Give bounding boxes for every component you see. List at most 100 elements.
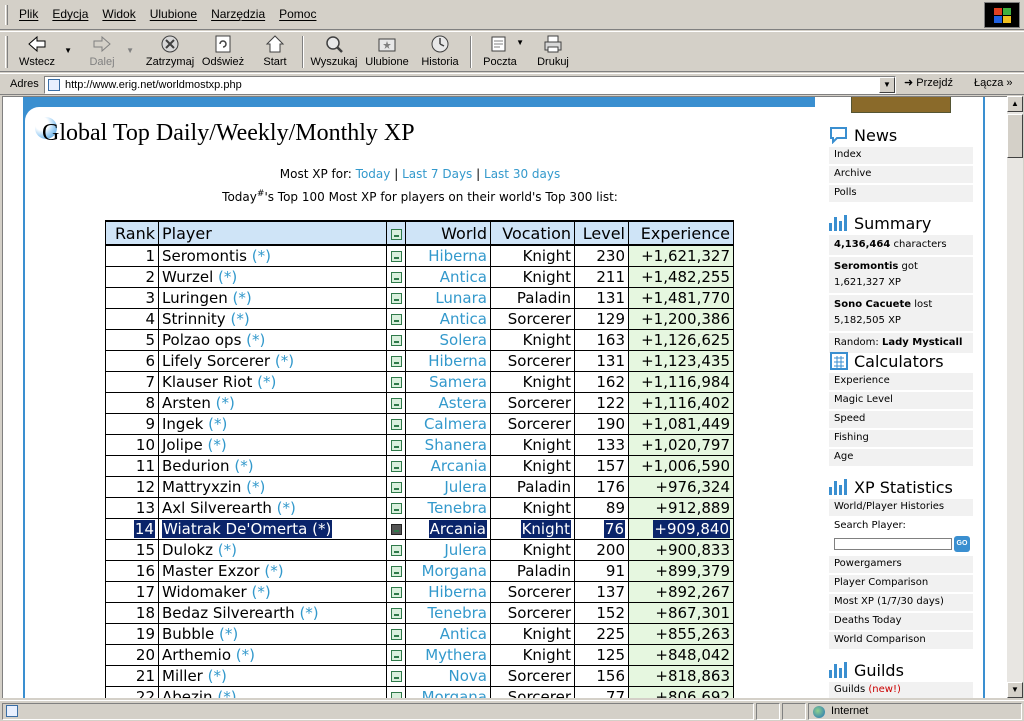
search-player-input[interactable] — [834, 538, 952, 550]
sidebar-item-archive[interactable]: Archive — [829, 166, 973, 185]
player-name[interactable]: Master Exzor — [162, 562, 260, 580]
player-name[interactable]: Abezin — [162, 688, 213, 699]
player-star-link[interactable]: (*) — [275, 352, 294, 370]
player-star-link[interactable]: (*) — [207, 436, 226, 454]
history-button[interactable]: Historia — [418, 34, 462, 70]
player-chart-icon[interactable] — [390, 586, 402, 598]
player-chart-icon[interactable] — [390, 460, 402, 472]
world-link[interactable]: Tenebra — [428, 499, 487, 517]
player-star-link[interactable]: (*) — [299, 604, 318, 622]
search-button[interactable]: Wyszukaj — [310, 34, 358, 70]
sidebar-item-powergamers[interactable]: Powergamers — [829, 556, 973, 575]
sidebar-item-guilds[interactable]: Guilds (new!) — [829, 682, 973, 698]
player-name[interactable]: Wiatrak De'Omerta — [163, 520, 307, 538]
world-link[interactable]: Mythera — [425, 646, 487, 664]
player-star-link[interactable]: (*) — [218, 541, 237, 559]
player-name[interactable]: Axl Silverearth — [162, 499, 272, 517]
home-button[interactable]: Start — [254, 34, 296, 70]
player-star-link[interactable]: (*) — [246, 331, 265, 349]
world-link[interactable]: Morgana — [422, 688, 487, 699]
player-name[interactable]: Bubble — [162, 625, 214, 643]
sidebar-item-player-comparison[interactable]: Player Comparison — [829, 575, 973, 594]
mail-button[interactable]: Poczta ▼ — [478, 34, 524, 70]
address-input[interactable]: http://www.erig.net/worldmostxp.php ▼ — [44, 76, 896, 94]
player-name[interactable]: Ingek — [162, 415, 203, 433]
menu-edit[interactable]: Edycja — [45, 7, 95, 21]
sidebar-item-magic-level[interactable]: Magic Level — [829, 392, 973, 411]
player-chart-icon[interactable] — [390, 670, 402, 682]
world-link[interactable]: Astera — [438, 394, 487, 412]
player-star-link[interactable]: (*) — [208, 415, 227, 433]
player-star-link[interactable]: (*) — [234, 457, 253, 475]
world-link[interactable]: Arcania — [431, 457, 487, 475]
player-name[interactable]: Arthemio — [162, 646, 231, 664]
world-link[interactable]: Shanera — [425, 436, 487, 454]
link-last-30-days[interactable]: Last 30 days — [484, 167, 560, 181]
sidebar-item-age[interactable]: Age — [829, 449, 973, 468]
menu-view[interactable]: Widok — [95, 7, 142, 21]
player-chart-icon[interactable] — [390, 292, 402, 304]
player-star-link[interactable]: (*) — [236, 646, 255, 664]
address-url[interactable]: http://www.erig.net/worldmostxp.php — [65, 79, 242, 91]
scroll-thumb[interactable] — [1007, 114, 1023, 158]
player-star-link[interactable]: (*) — [218, 268, 237, 286]
player-star-link[interactable]: (*) — [312, 520, 331, 538]
world-link[interactable]: Lunara — [435, 289, 487, 307]
player-chart-icon[interactable] — [390, 250, 402, 262]
menu-help[interactable]: Pomoc — [272, 7, 323, 21]
player-star-link[interactable]: (*) — [252, 583, 271, 601]
player-name[interactable]: Lifely Sorcerer — [162, 352, 270, 370]
player-chart-icon[interactable] — [390, 334, 402, 346]
player-chart-icon[interactable] — [390, 565, 402, 577]
vertical-scrollbar[interactable]: ▲ ▼ — [1007, 96, 1023, 698]
link-last-7-days[interactable]: Last 7 Days — [402, 167, 472, 181]
player-name[interactable]: Klauser Riot — [162, 373, 252, 391]
sidebar-item-speed[interactable]: Speed — [829, 411, 973, 430]
world-link[interactable]: Solera — [440, 331, 487, 349]
world-link[interactable]: Hiberna — [428, 352, 487, 370]
menu-tools[interactable]: Narzędzia — [204, 7, 272, 21]
world-link[interactable]: Julera — [444, 541, 487, 559]
scroll-down-icon[interactable]: ▼ — [1007, 682, 1023, 698]
world-link[interactable]: Calmera — [424, 415, 487, 433]
world-link[interactable]: Arcania — [430, 520, 486, 538]
player-star-link[interactable]: (*) — [246, 478, 265, 496]
player-chart-icon[interactable] — [390, 544, 402, 556]
address-dropdown-icon[interactable]: ▼ — [879, 77, 895, 93]
world-link[interactable]: Hiberna — [428, 247, 487, 265]
refresh-button[interactable]: Odśwież — [200, 34, 246, 70]
player-star-link[interactable]: (*) — [217, 688, 236, 699]
player-chart-icon[interactable] — [390, 376, 402, 388]
player-chart-icon[interactable] — [390, 502, 402, 514]
player-chart-icon[interactable] — [390, 439, 402, 451]
player-star-link[interactable]: (*) — [208, 667, 227, 685]
world-link[interactable]: Tenebra — [428, 604, 487, 622]
player-name[interactable]: Miller — [162, 667, 203, 685]
player-name[interactable]: Bedaz Silverearth — [162, 604, 295, 622]
world-link[interactable]: Nova — [449, 667, 487, 685]
random-player[interactable]: Lady Mysticall — [882, 337, 962, 348]
player-star-link[interactable]: (*) — [216, 394, 235, 412]
player-name[interactable]: Jolipe — [162, 436, 203, 454]
favorites-button[interactable]: Ulubione — [364, 34, 410, 70]
player-name[interactable]: Wurzel — [162, 268, 213, 286]
go-button[interactable]: ➜ Przejdź — [904, 76, 953, 89]
sidebar-item-world-comparison[interactable]: World Comparison — [829, 632, 973, 651]
links-button[interactable]: Łącza » — [974, 77, 1013, 89]
scroll-up-icon[interactable]: ▲ — [1007, 96, 1023, 112]
player-chart-icon[interactable] — [390, 355, 402, 367]
player-chart-icon[interactable] — [390, 628, 402, 640]
world-link[interactable]: Samera — [429, 373, 487, 391]
sidebar-item-fishing[interactable]: Fishing — [829, 430, 973, 449]
sidebar-item-polls[interactable]: Polls — [829, 185, 973, 204]
player-chart-icon[interactable] — [390, 271, 402, 283]
link-today[interactable]: Today — [356, 167, 391, 181]
player-chart-icon[interactable] — [390, 691, 402, 698]
player-name[interactable]: Bedurion — [162, 457, 230, 475]
world-link[interactable]: Antica — [440, 268, 487, 286]
mail-dropdown-icon[interactable]: ▼ — [516, 38, 524, 47]
player-chart-icon[interactable] — [390, 418, 402, 430]
print-button[interactable]: Drukuj — [532, 34, 574, 70]
sidebar-item-index[interactable]: Index — [829, 147, 973, 166]
player-star-link[interactable]: (*) — [252, 247, 271, 265]
